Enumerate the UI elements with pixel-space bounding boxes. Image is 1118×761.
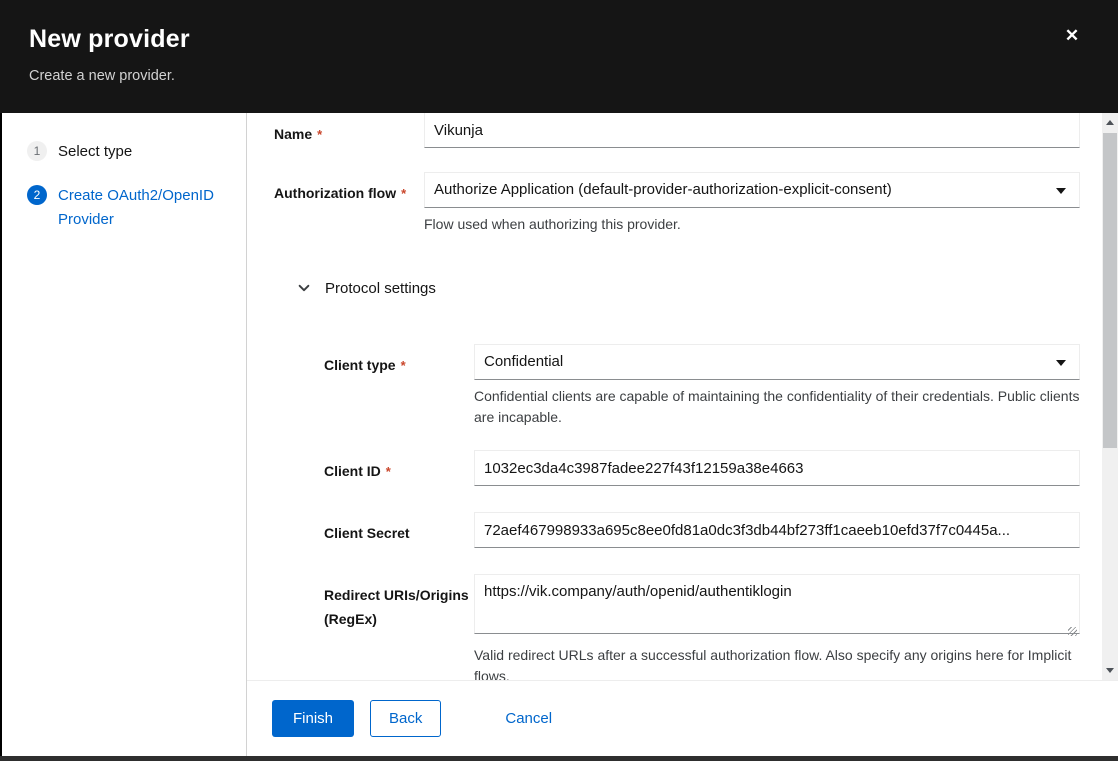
- client-type-label: Client type *: [324, 344, 474, 378]
- name-input[interactable]: [424, 113, 1080, 148]
- redirect-uris-row: Redirect URIs/Origins (RegEx) https://vi…: [324, 574, 1080, 680]
- authorization-flow-label-text: Authorization flow: [274, 185, 396, 201]
- caret-down-icon: [1056, 360, 1066, 366]
- wizard-main: Name * Authorization flow * Authorize Appl…: [247, 113, 1118, 756]
- client-id-label-text: Client ID: [324, 463, 381, 479]
- redirect-uris-textarea[interactable]: https://vik.company/auth/openid/authenti…: [474, 574, 1080, 634]
- protocol-settings-label: Protocol settings: [325, 280, 436, 297]
- wizard-step-create-provider[interactable]: 2 Create OAuth2/OpenID Provider: [27, 184, 236, 232]
- modal-title: New provider: [29, 25, 1118, 54]
- form-scrollbar[interactable]: [1102, 113, 1118, 680]
- client-id-row: Client ID *: [324, 450, 1080, 486]
- required-asterisk: *: [317, 127, 322, 142]
- chevron-down-icon: [297, 281, 311, 295]
- caret-down-icon: [1056, 188, 1066, 194]
- protocol-settings-group: Client type * Confidential Confidential c…: [324, 344, 1080, 680]
- client-type-label-text: Client type: [324, 357, 396, 373]
- required-asterisk: *: [386, 464, 391, 479]
- resize-grip-icon[interactable]: [1068, 627, 1077, 636]
- step-number-badge: 1: [27, 141, 47, 161]
- scroll-up-icon[interactable]: [1102, 115, 1118, 130]
- client-type-value: Confidential: [484, 353, 563, 370]
- client-id-input[interactable]: [474, 450, 1080, 486]
- protocol-settings-expander[interactable]: Protocol settings: [297, 275, 1080, 301]
- authorization-flow-label: Authorization flow *: [274, 172, 424, 206]
- finish-button[interactable]: Finish: [272, 700, 354, 737]
- new-provider-modal: { "modal": { "title": "New provider", "s…: [0, 0, 1118, 761]
- authorization-flow-select[interactable]: Authorize Application (default-provider-…: [424, 172, 1080, 208]
- client-secret-input[interactable]: [474, 512, 1080, 548]
- modal-subtitle: Create a new provider.: [29, 68, 1118, 84]
- required-asterisk: *: [401, 358, 406, 373]
- provider-form: Name * Authorization flow * Authorize Appl…: [247, 113, 1118, 680]
- scrollbar-thumb[interactable]: [1103, 133, 1117, 448]
- step-label: Select type: [58, 140, 132, 164]
- wizard-footer: Finish Back Cancel: [247, 680, 1118, 756]
- authorization-flow-value: Authorize Application (default-provider-…: [434, 181, 892, 198]
- client-type-select[interactable]: Confidential: [474, 344, 1080, 380]
- wizard-nav: 1 Select type 2 Create OAuth2/OpenID Pro…: [2, 113, 247, 756]
- client-secret-label: Client Secret: [324, 512, 474, 545]
- scroll-down-icon[interactable]: [1102, 663, 1118, 678]
- redirect-uris-label: Redirect URIs/Origins (RegEx): [324, 574, 474, 631]
- client-id-label: Client ID *: [324, 450, 474, 484]
- client-type-help: Confidential clients are capable of main…: [474, 386, 1080, 428]
- name-row: Name *: [274, 113, 1080, 148]
- modal-header: New provider Create a new provider. ✕: [0, 0, 1118, 113]
- cancel-button[interactable]: Cancel: [505, 710, 552, 727]
- client-secret-row: Client Secret: [324, 512, 1080, 548]
- close-icon[interactable]: ✕: [1060, 24, 1084, 48]
- authorization-flow-row: Authorization flow * Authorize Applicatio…: [274, 172, 1080, 235]
- back-button[interactable]: Back: [370, 700, 441, 737]
- name-label-text: Name: [274, 126, 312, 142]
- window-bottom-edge: [0, 756, 1118, 761]
- authorization-flow-help: Flow used when authorizing this provider…: [424, 214, 1080, 235]
- wizard-step-select-type[interactable]: 1 Select type: [27, 140, 236, 164]
- required-asterisk: *: [401, 186, 406, 201]
- client-secret-label-text: Client Secret: [324, 525, 410, 541]
- redirect-uris-help: Valid redirect URLs after a successful a…: [474, 645, 1080, 680]
- client-type-row: Client type * Confidential Confidential c…: [324, 344, 1080, 428]
- step-number-badge: 2: [27, 185, 47, 205]
- name-label: Name *: [274, 113, 424, 147]
- step-label: Create OAuth2/OpenID Provider: [58, 184, 236, 232]
- modal-body: 1 Select type 2 Create OAuth2/OpenID Pro…: [2, 113, 1118, 756]
